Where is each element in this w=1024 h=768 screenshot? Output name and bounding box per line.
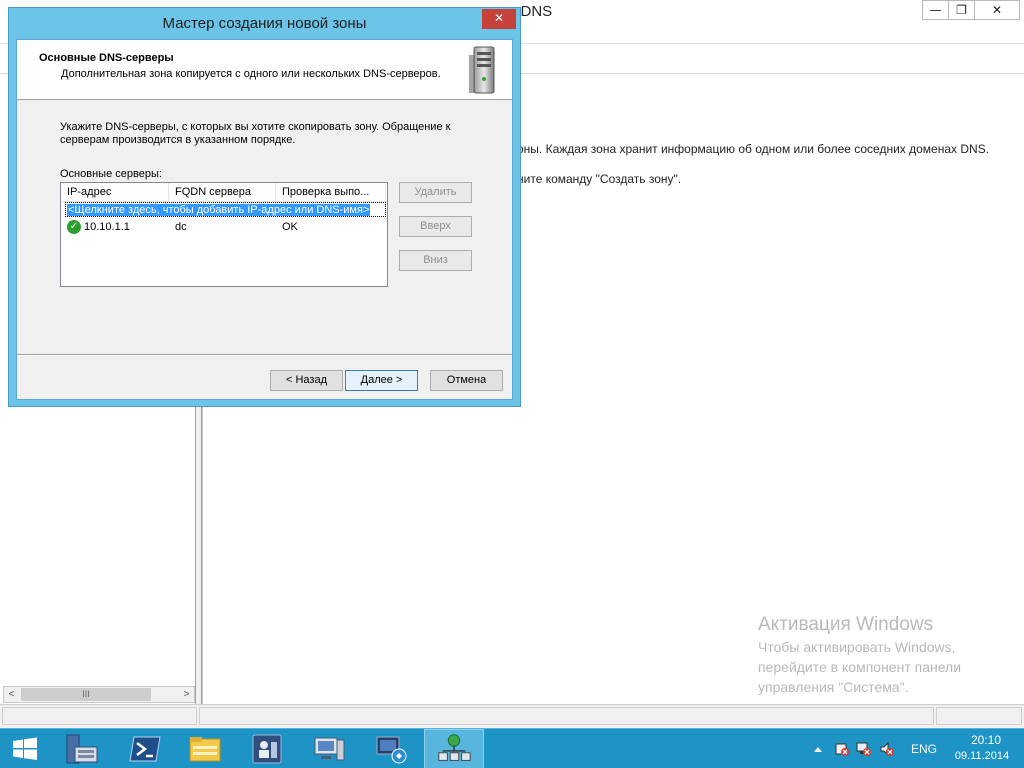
horizontal-scrollbar[interactable]: < III > bbox=[3, 686, 195, 703]
instruction-line-1: Укажите DNS-серверы, с которых вы хотите… bbox=[60, 121, 451, 133]
computer-management-icon bbox=[314, 737, 345, 761]
action-center-icon[interactable] bbox=[834, 741, 850, 757]
volume-icon[interactable] bbox=[879, 741, 895, 757]
close-button[interactable]: ✕ bbox=[974, 0, 1020, 20]
status-bar bbox=[0, 704, 1024, 728]
windows-activation-watermark: Активация Windows Чтобы активировать Win… bbox=[758, 613, 961, 697]
scroll-left-arrow[interactable]: < bbox=[4, 687, 19, 702]
clock-time[interactable]: 20:10 bbox=[961, 733, 1011, 747]
wizard-title[interactable]: Мастер создания новой зоны bbox=[9, 8, 520, 39]
activation-line-1: Чтобы активировать Windows, bbox=[758, 639, 956, 655]
wizard-subheading: Дополнительная зона копируется с одного … bbox=[61, 68, 441, 80]
taskbar-network[interactable] bbox=[361, 729, 421, 768]
show-hidden-icons-icon[interactable] bbox=[810, 741, 826, 757]
maximize-button[interactable]: ❐ bbox=[948, 0, 975, 20]
wizard-close-button[interactable]: ✕ bbox=[482, 9, 516, 29]
column-header-fqdn[interactable]: FQDN сервера bbox=[169, 183, 276, 202]
column-header-validation[interactable]: Проверка выпо... bbox=[276, 183, 386, 202]
file-explorer-icon bbox=[189, 737, 221, 762]
create-zone-hint-text: ните команду "Создать зону". bbox=[517, 172, 682, 186]
row-fqdn: dc bbox=[175, 221, 187, 233]
clock-date[interactable]: 09.11.2014 bbox=[951, 750, 1013, 762]
column-header-ip[interactable]: IP-адрес bbox=[61, 183, 169, 202]
server-manager-icon bbox=[66, 734, 98, 764]
instruction-line-2: серверам производится в указанном порядк… bbox=[60, 134, 296, 146]
delete-button[interactable]: Удалить bbox=[399, 182, 472, 203]
network-icon bbox=[376, 736, 407, 764]
add-server-prompt[interactable]: <Щелкните здесь, чтобы добавить IP-адрес… bbox=[67, 204, 371, 216]
wizard-heading: Основные DNS-серверы bbox=[39, 52, 174, 64]
move-down-button[interactable]: Вниз bbox=[399, 250, 472, 271]
network-status-icon[interactable] bbox=[856, 741, 872, 757]
table-row[interactable]: ✓ 10.10.1.1 dc OK bbox=[65, 219, 386, 235]
taskbar-active-directory[interactable] bbox=[237, 729, 297, 768]
taskbar-powershell[interactable] bbox=[116, 729, 176, 768]
system-tray: ENG 20:10 09.11.2014 bbox=[808, 729, 1024, 768]
status-segment bbox=[199, 707, 934, 725]
activation-line-3: управления "Система". bbox=[758, 679, 909, 695]
powershell-icon bbox=[129, 736, 161, 762]
scroll-right-arrow[interactable]: > bbox=[179, 687, 194, 702]
new-zone-wizard-dialog: Мастер создания новой зоны ✕ Основные DN… bbox=[8, 7, 521, 407]
dns-manager-icon bbox=[438, 734, 471, 761]
zones-description-text: оны. Каждая зона хранит информацию об од… bbox=[517, 142, 990, 156]
activation-title: Активация Windows bbox=[758, 614, 934, 635]
wizard-header: Основные DNS-серверы Дополнительная зона… bbox=[17, 40, 512, 100]
input-language-indicator[interactable]: ENG bbox=[911, 742, 937, 756]
master-servers-list[interactable]: IP-адрес FQDN сервера Проверка выпо... <… bbox=[60, 182, 388, 287]
status-segment bbox=[936, 707, 1022, 725]
row-status: OK bbox=[282, 221, 298, 233]
back-button[interactable]: < Назад bbox=[270, 370, 343, 391]
active-directory-icon bbox=[252, 734, 282, 764]
scroll-thumb[interactable]: III bbox=[21, 688, 151, 701]
move-up-button[interactable]: Вверх bbox=[399, 216, 472, 237]
minimize-button[interactable]: — bbox=[922, 0, 949, 20]
status-segment bbox=[2, 707, 197, 725]
server-icon bbox=[469, 46, 495, 94]
taskbar-dns-manager[interactable] bbox=[424, 729, 484, 768]
wizard-client-area: Основные DNS-серверы Дополнительная зона… bbox=[16, 39, 513, 400]
taskbar-server-manager[interactable] bbox=[51, 729, 111, 768]
taskbar-computer-management[interactable] bbox=[299, 729, 359, 768]
list-header: IP-адрес FQDN сервера Проверка выпо... bbox=[61, 183, 387, 202]
cancel-button[interactable]: Отмена bbox=[430, 370, 503, 391]
check-ok-icon: ✓ bbox=[67, 220, 81, 234]
row-ip: 10.10.1.1 bbox=[84, 221, 130, 233]
master-servers-label: Основные серверы: bbox=[60, 168, 162, 180]
taskbar-file-explorer[interactable] bbox=[176, 729, 236, 768]
wizard-separator bbox=[17, 354, 512, 356]
next-button[interactable]: Далее > bbox=[345, 370, 418, 391]
taskbar: ENG 20:10 09.11.2014 bbox=[0, 728, 1024, 768]
activation-line-2: перейдите в компонент панели bbox=[758, 659, 962, 675]
instruction-text: Укажите DNS-серверы, с которых вы хотите… bbox=[60, 121, 480, 147]
add-server-row[interactable]: <Щелкните здесь, чтобы добавить IP-адрес… bbox=[65, 202, 386, 217]
